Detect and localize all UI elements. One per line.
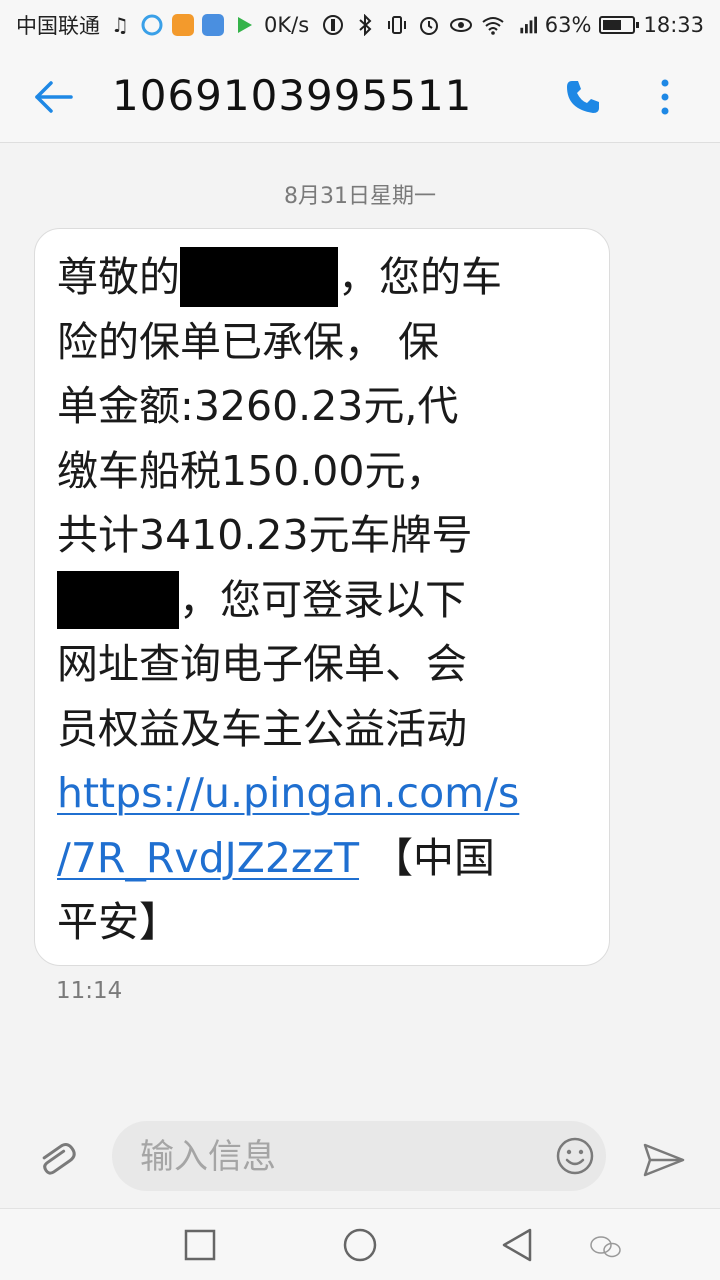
message-bubble[interactable]: 尊敬的 ，您的车 险的保单已承保， 保 单金额:3260.23元,代 缴车船税15… bbox=[34, 228, 610, 966]
alarm-icon bbox=[417, 13, 441, 37]
paperclip-icon bbox=[42, 1143, 76, 1175]
clock: 18:33 bbox=[643, 13, 704, 37]
call-button[interactable] bbox=[560, 74, 606, 120]
back-arrow-icon bbox=[35, 81, 73, 113]
date-divider: 8月31日星期一 bbox=[284, 184, 436, 209]
message-line: ，您可登录以下 bbox=[57, 568, 589, 633]
message-input-box bbox=[112, 1121, 606, 1191]
status-left: 中国联通 ♫ 0K/s bbox=[16, 0, 309, 50]
message-line: 缴车船税150.00元， bbox=[57, 446, 447, 495]
battery-level: 63% bbox=[544, 13, 592, 37]
message-line: 平安】 bbox=[57, 898, 180, 946]
home-circle-icon bbox=[343, 1228, 377, 1262]
eye-icon bbox=[449, 13, 473, 37]
more-vert-icon bbox=[661, 79, 669, 115]
nav-back-button[interactable] bbox=[500, 1227, 534, 1267]
message-line: https://u.pingan.com/s bbox=[57, 761, 589, 826]
play-icon bbox=[232, 13, 256, 37]
battery-fill bbox=[603, 20, 622, 30]
app-icon-3 bbox=[202, 14, 224, 36]
redacted-plate-block bbox=[57, 570, 179, 629]
music-note-icon: ♫ bbox=[111, 13, 129, 37]
emoji-button[interactable] bbox=[554, 1135, 596, 1177]
message-line: 尊敬的 ，您的车 bbox=[57, 245, 589, 310]
network-speed: 0K/s bbox=[264, 13, 310, 37]
policy-link-continued[interactable]: /7R_RvdJZ2zzT bbox=[57, 834, 359, 882]
policy-link[interactable]: https://u.pingan.com/s bbox=[57, 769, 519, 817]
wechat-watermark-icon bbox=[588, 1233, 624, 1265]
phone-icon bbox=[567, 81, 599, 113]
contact-number-title: 1069103995511 bbox=[112, 71, 473, 120]
battery-icon bbox=[599, 16, 640, 34]
status-right: 63% 18:33 bbox=[321, 0, 704, 50]
send-icon bbox=[643, 1143, 685, 1177]
status-bar: 中国联通 ♫ 0K/s 63% 18:33 bbox=[0, 0, 720, 50]
home-button[interactable] bbox=[342, 1227, 378, 1267]
message-line: 共计3410.23元车牌号 bbox=[57, 511, 473, 559]
message-input[interactable] bbox=[138, 1131, 542, 1183]
app-icon-2 bbox=[172, 14, 194, 36]
data-saver-icon bbox=[321, 13, 345, 37]
conversation-header: 1069103995511 bbox=[0, 50, 720, 143]
message-line: 单金额:3260.23元,代 bbox=[57, 382, 459, 430]
system-navigation-bar bbox=[0, 1208, 720, 1280]
message-text: 【中国 bbox=[359, 833, 496, 882]
vibrate-icon bbox=[385, 13, 409, 37]
signal-4g-icon bbox=[513, 13, 537, 37]
message-line: 险的保单已承保， 保 bbox=[57, 317, 440, 366]
redacted-name-block bbox=[180, 247, 338, 307]
back-button[interactable] bbox=[30, 74, 76, 120]
bluetooth-icon bbox=[353, 13, 377, 37]
back-triangle-icon bbox=[502, 1228, 532, 1262]
message-line: 员权益及车主公益活动 bbox=[57, 704, 467, 753]
more-options-button[interactable] bbox=[645, 74, 685, 120]
message-line: /7R_RvdJZ2zzT 【中国 bbox=[57, 826, 589, 891]
sms-conversation-screen: 中国联通 ♫ 0K/s 63% 18:33 1069103995511 8月31… bbox=[0, 0, 720, 1280]
wifi-icon bbox=[481, 13, 505, 37]
carrier-name: 中国联通 bbox=[16, 14, 100, 38]
recents-square-icon bbox=[184, 1229, 216, 1261]
attach-button[interactable] bbox=[34, 1138, 78, 1182]
emoji-icon bbox=[556, 1137, 594, 1175]
message-text: ，您的车 bbox=[338, 253, 502, 301]
message-composer bbox=[0, 1110, 720, 1206]
message-text: ，您可登录以下 bbox=[179, 575, 466, 624]
send-button[interactable] bbox=[640, 1138, 688, 1182]
message-timestamp: 11:14 bbox=[56, 978, 123, 1004]
message-text: 尊敬的 bbox=[57, 253, 180, 301]
app-icon-1 bbox=[140, 13, 164, 37]
recents-button[interactable] bbox=[184, 1229, 216, 1265]
message-line: 网址查询电子保单、会 bbox=[57, 640, 467, 688]
